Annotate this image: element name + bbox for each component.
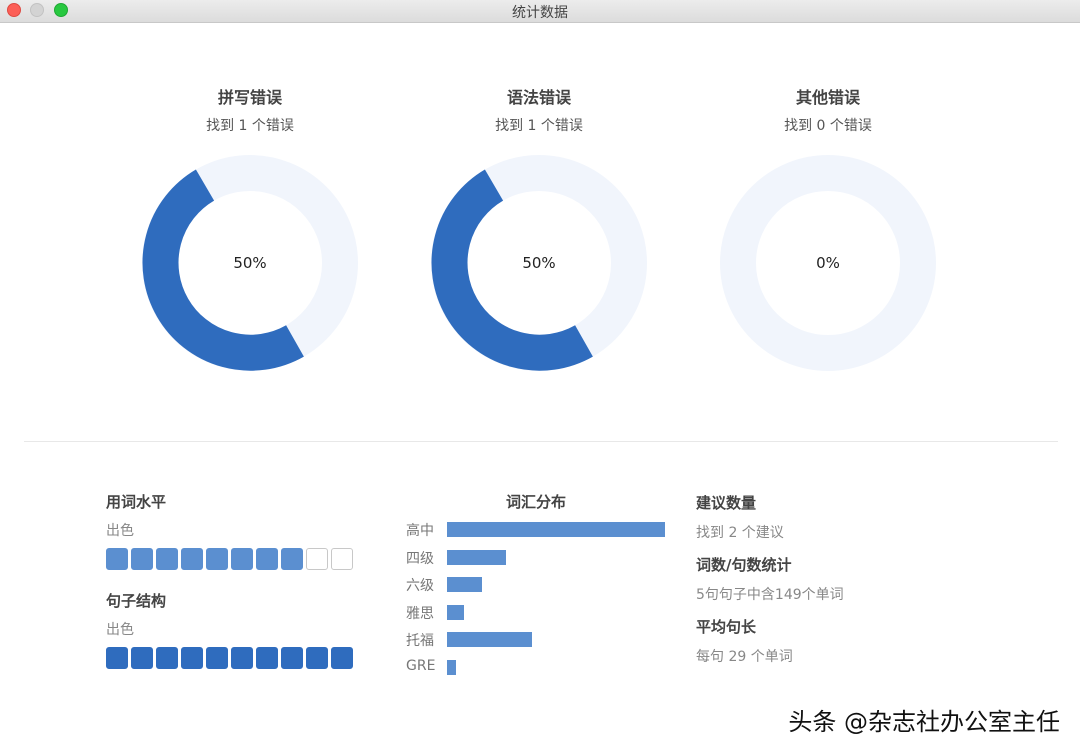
meter-cell — [106, 548, 128, 570]
vocab-bar-label: 雅思 — [406, 605, 434, 622]
meter-cell — [106, 647, 128, 669]
title-bar: 统计数据 — [0, 0, 1080, 23]
meter-cell — [256, 647, 278, 669]
sentence-structure-rating: 出色 — [106, 622, 134, 638]
meter-cell — [256, 548, 278, 570]
stats-window: 统计数据 拼写错误 找到 1 个错误 50% 语法错误 找到 1 个错误 50%… — [0, 0, 1080, 755]
meter-cell — [156, 548, 178, 570]
meter-cell — [331, 647, 353, 669]
vocab-bar — [447, 632, 532, 648]
meter-cell — [206, 647, 228, 669]
spelling-errors-title: 拼写错误 — [217, 88, 282, 107]
meter-cell — [206, 548, 228, 570]
meter-cell — [181, 647, 203, 669]
meter-cell — [306, 647, 328, 669]
vocab-bar — [447, 604, 465, 620]
meter-cell — [306, 548, 328, 570]
other-errors-panel: 其他错误 找到 0 个错误 0% — [708, 84, 948, 384]
sentence-structure-meter — [106, 647, 366, 669]
other-errors-title: 其他错误 — [795, 88, 860, 107]
spelling-errors-panel: 拼写错误 找到 1 个错误 50% — [130, 84, 370, 384]
stats-summary: 建议数量 找到 2 个建议 词数/句数统计 5句句子中含149个单词 平均句长 … — [696, 492, 996, 678]
watermark: 头条 @杂志社办公室主任 — [788, 708, 1060, 736]
meter-cell — [231, 647, 253, 669]
vocabulary-level-meter — [106, 548, 366, 570]
vocab-bar-label: 六级 — [406, 578, 434, 595]
sentence-structure-section: 句子结构 出色 — [106, 590, 366, 669]
avg-length-value: 每句 29 个单词 — [696, 649, 793, 665]
section-divider — [24, 441, 1058, 442]
other-errors-percent: 0% — [816, 254, 840, 272]
spelling-errors-percent: 50% — [233, 254, 267, 272]
vocabulary-level-title: 用词水平 — [106, 493, 167, 511]
word-sentence-count: 5句句子中含149个单词 — [696, 587, 844, 603]
meter-cell — [131, 647, 153, 669]
vocab-bar — [447, 577, 482, 593]
grammar-errors-count: 找到 1 个错误 — [495, 118, 583, 134]
meter-cell — [156, 647, 178, 669]
vocab-bar — [447, 522, 665, 537]
meter-cell — [281, 548, 303, 570]
vocab-distribution-title: 词汇分布 — [505, 493, 566, 511]
grammar-errors-title: 语法错误 — [506, 88, 571, 107]
meter-cell — [281, 647, 303, 669]
vocab-bar — [447, 549, 506, 565]
grammar-errors-percent: 50% — [522, 254, 556, 272]
grammar-errors-panel: 语法错误 找到 1 个错误 50% — [419, 84, 659, 384]
meter-cell — [131, 548, 153, 570]
avg-length-title: 平均句长 — [696, 618, 757, 636]
word-sentence-title: 词数/句数统计 — [696, 556, 792, 574]
other-errors-count: 找到 0 个错误 — [784, 118, 872, 134]
meter-cell — [181, 548, 203, 570]
window-title: 统计数据 — [512, 5, 568, 21]
suggestions-count: 找到 2 个建议 — [696, 525, 784, 541]
meter-cell — [331, 548, 353, 570]
vocabulary-level-section: 用词水平 出色 — [106, 491, 366, 570]
vocab-bar — [447, 659, 456, 675]
suggestions-title: 建议数量 — [696, 494, 757, 512]
meter-cell — [231, 548, 253, 570]
sentence-structure-title: 句子结构 — [106, 592, 167, 610]
vocabulary-level-rating: 出色 — [106, 523, 134, 539]
vocab-bar-label: GRE — [406, 657, 436, 674]
spelling-errors-count: 找到 1 个错误 — [206, 118, 294, 134]
vocab-bar-label: 高中 — [406, 523, 434, 539]
vocab-bar-label: 四级 — [406, 550, 434, 567]
vocab-bar-label: 托福 — [406, 633, 434, 650]
